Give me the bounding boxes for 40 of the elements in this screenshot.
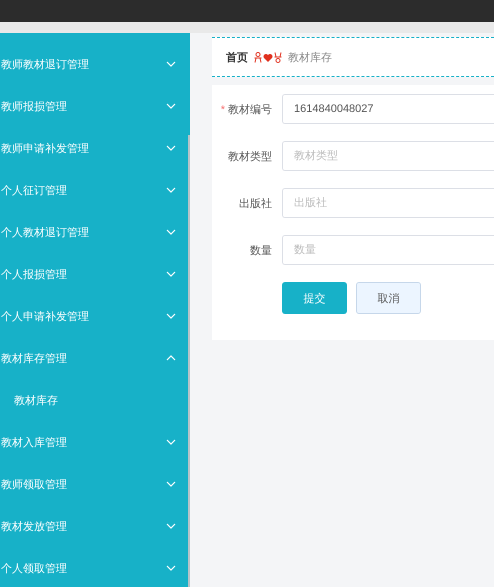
couple-heart-icon <box>254 52 282 62</box>
chevron-icon <box>166 355 176 361</box>
sidebar-menu-item[interactable]: 个人教材退订管理 <box>1 211 190 253</box>
sidebar-menu-item[interactable]: 个人申请补发管理 <box>1 295 190 337</box>
chevron-icon <box>166 523 176 529</box>
sidebar-menu-item[interactable]: 教师教材退订管理 <box>1 43 190 85</box>
sidebar-menu-item[interactable]: 教师领取管理 <box>1 463 190 505</box>
breadcrumb-home-link[interactable]: 首页 <box>226 50 248 64</box>
sidebar-menu-item[interactable]: 教师报损管理 <box>1 85 190 127</box>
input-field[interactable]: 1614840048027 <box>282 94 494 124</box>
breadcrumb-current: 教材库存 <box>288 50 332 64</box>
input-field[interactable]: 数量 <box>282 235 494 265</box>
sidebar-menu-item[interactable]: 个人领取管理 <box>1 547 190 587</box>
submit-button[interactable]: 提交 <box>282 282 347 314</box>
sidebar-menu-item[interactable]: 教材库存管理 <box>1 337 190 379</box>
input-field[interactable]: 教材类型 <box>282 141 494 171</box>
sidebar-menu-item[interactable]: 教材入库管理 <box>1 421 190 463</box>
chevron-icon <box>166 187 176 193</box>
chevron-icon <box>166 565 176 571</box>
cancel-button[interactable]: 取消 <box>356 282 421 314</box>
chevron-icon <box>166 439 176 445</box>
field-label: 数量 <box>250 244 272 256</box>
required-mark: * <box>220 104 225 116</box>
sidebar-menu-item[interactable]: 教师申请补发管理 <box>1 127 190 169</box>
field-label: 出版社 <box>239 198 272 210</box>
scrollbar[interactable] <box>188 135 190 587</box>
sidebar-submenu-item[interactable]: 教材库存 <box>0 379 190 421</box>
sidebar-menu-item[interactable]: 教材发放管理 <box>1 505 190 547</box>
chevron-icon <box>166 271 176 277</box>
field-label: 教材编号 <box>228 104 272 116</box>
chevron-icon <box>166 481 176 487</box>
chevron-icon <box>166 313 176 319</box>
chevron-icon <box>166 103 176 109</box>
sidebar-menu-item[interactable]: 个人征订管理 <box>1 169 190 211</box>
chevron-icon <box>166 145 176 151</box>
chevron-icon <box>166 229 176 235</box>
field-label: 教材类型 <box>228 150 272 162</box>
chevron-icon <box>166 61 176 67</box>
input-field[interactable]: 出版社 <box>282 188 494 218</box>
sidebar-menu-item[interactable]: 个人报损管理 <box>1 253 190 295</box>
